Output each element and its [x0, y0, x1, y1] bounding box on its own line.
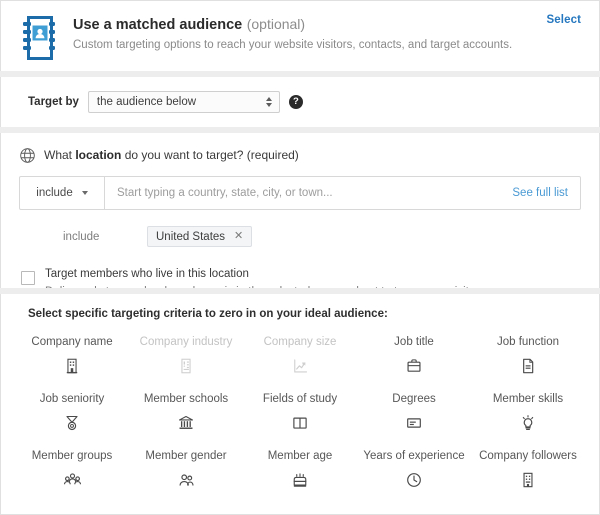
page-subtitle: Custom targeting options to reach your w… — [73, 39, 513, 51]
matched-audience-panel: Use a matched audience (optional) Custom… — [0, 0, 600, 515]
targeting-criteria-section: Select specific targeting criteria to ze… — [0, 294, 600, 515]
group-people-icon — [62, 470, 82, 490]
criteria-item-member-gender[interactable]: Member gender — [129, 440, 243, 497]
criteria-item-label: Company followers — [479, 450, 577, 462]
selected-locations-label: include — [63, 230, 100, 243]
close-icon[interactable]: ✕ — [234, 231, 243, 242]
criteria-item-label: Member gender — [145, 450, 227, 462]
criteria-item-member-schools[interactable]: Member schools — [129, 383, 243, 440]
clock-icon — [404, 470, 424, 490]
criteria-item-label: Member groups — [31, 450, 113, 462]
criteria-item-member-age[interactable]: Member age — [243, 440, 357, 497]
criteria-item-label: Member age — [267, 450, 333, 462]
criteria-item-label: Degrees — [392, 393, 436, 405]
target-by-section: Target by the audience below ? — [0, 77, 600, 127]
criteria-item-label: Job function — [496, 336, 559, 348]
briefcase-icon — [404, 356, 424, 376]
target-by-select[interactable]: the audience below — [87, 91, 280, 113]
select-link[interactable]: Select — [547, 14, 581, 26]
target-by-label: Target by — [28, 96, 79, 108]
globe-icon — [19, 147, 36, 164]
page-title: Use a matched audience — [73, 17, 243, 33]
location-chip-label: United States — [156, 230, 226, 243]
live-in-location-title: Target members who live in this location — [45, 268, 249, 280]
document-icon — [518, 356, 538, 376]
medal-icon — [62, 413, 82, 433]
question-prefix: What — [44, 148, 76, 162]
criteria-item-job-function[interactable]: Job function — [471, 326, 585, 383]
criteria-item-years-of-experience[interactable]: Years of experience — [357, 440, 471, 497]
criteria-item-label: Member skills — [492, 393, 564, 405]
question-mark-icon[interactable]: ? — [288, 95, 303, 109]
criteria-item-label: Years of experience — [363, 450, 465, 462]
criteria-item-company-name[interactable]: Company name — [15, 326, 129, 383]
criteria-item-company-size: Company size — [243, 326, 357, 383]
question-keyword: location — [75, 148, 122, 162]
trending-chart-icon — [290, 356, 310, 376]
criteria-item-company-followers[interactable]: Company followers — [471, 440, 585, 497]
header-text-block: Use a matched audience (optional) Custom… — [73, 14, 512, 53]
selected-locations-row: include United States ✕ — [19, 226, 581, 247]
criteria-item-member-groups[interactable]: Member groups — [15, 440, 129, 497]
location-question-row: What location do you want to target? (re… — [19, 144, 581, 166]
address-book-icon — [19, 15, 59, 61]
live-in-location-checkbox[interactable] — [21, 271, 35, 285]
location-search-bar: include See full list — [19, 176, 581, 210]
criteria-title: Select specific targeting criteria to ze… — [28, 308, 388, 320]
criteria-grid: Company name Company industry Company size… — [15, 326, 585, 497]
criteria-item-label: Member schools — [143, 393, 229, 405]
criteria-item-label: Company industry — [139, 336, 233, 348]
university-icon — [176, 413, 196, 433]
question-suffix: do you want to target? (required) — [121, 148, 299, 162]
building-icon — [62, 356, 82, 376]
certificate-icon — [404, 413, 424, 433]
panel-header: Use a matched audience (optional) Custom… — [0, 0, 600, 71]
location-search-input[interactable] — [117, 187, 505, 199]
criteria-item-label: Company name — [31, 336, 113, 348]
criteria-item-label: Job seniority — [39, 393, 105, 405]
criteria-item-job-seniority[interactable]: Job seniority — [15, 383, 129, 440]
lightbulb-icon — [518, 413, 538, 433]
criteria-item-label: Company size — [263, 336, 337, 348]
criteria-item-job-title[interactable]: Job title — [357, 326, 471, 383]
criteria-item-label: Job title — [394, 336, 434, 348]
chevron-down-icon — [81, 191, 88, 195]
criteria-item-fields-of-study[interactable]: Fields of study — [243, 383, 357, 440]
location-operator-label: include — [36, 187, 73, 199]
chevron-updown-icon — [265, 97, 273, 107]
criteria-item-member-skills[interactable]: Member skills — [471, 383, 585, 440]
open-book-icon — [290, 413, 310, 433]
location-question: What location do you want to target? (re… — [44, 148, 299, 162]
see-full-list-link[interactable]: See full list — [504, 177, 580, 209]
optional-tag: (optional) — [246, 16, 306, 32]
criteria-item-degrees[interactable]: Degrees — [357, 383, 471, 440]
office-building-icon — [518, 470, 538, 490]
criteria-item-company-industry: Company industry — [129, 326, 243, 383]
location-input-wrapper — [105, 177, 505, 209]
factory-icon — [176, 356, 196, 376]
location-operator-dropdown[interactable]: include — [20, 177, 105, 209]
cake-icon — [290, 470, 310, 490]
criteria-item-label: Fields of study — [262, 393, 338, 405]
target-by-selected-value: the audience below — [96, 96, 197, 108]
page-title-line: Use a matched audience (optional) — [73, 16, 512, 34]
location-section: What location do you want to target? (re… — [0, 133, 600, 298]
two-people-icon — [176, 470, 196, 490]
location-chip: United States ✕ — [147, 226, 253, 247]
